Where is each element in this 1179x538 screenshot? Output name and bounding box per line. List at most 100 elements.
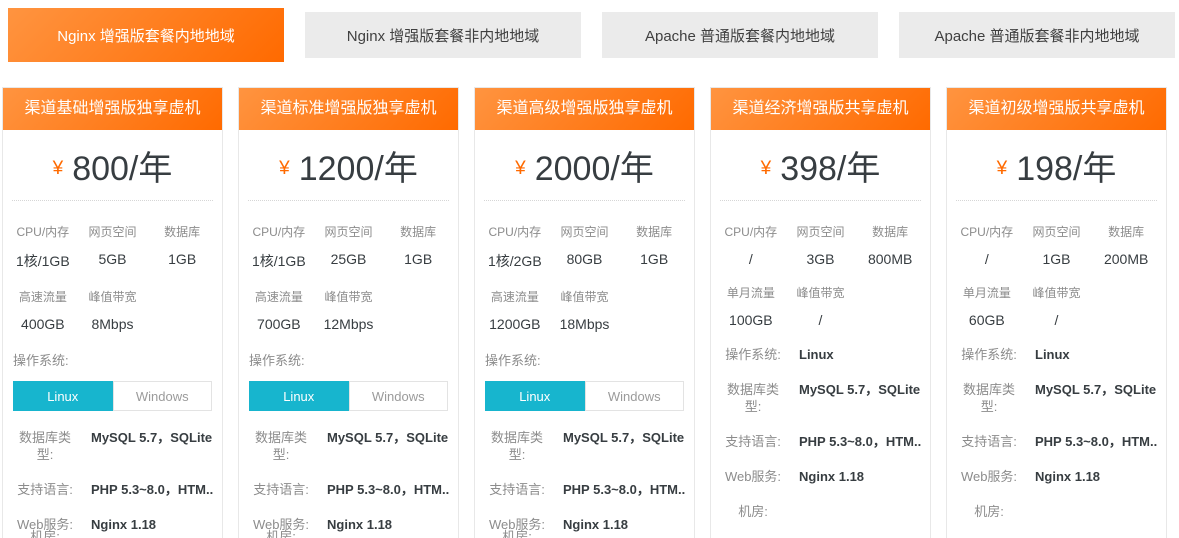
detail-web-server: Web服务: Nginx 1.18 [719,468,922,485]
spec-value: 1GB [619,251,689,267]
plan-card: 渠道基础增强版独享虚机 ¥ 800/年 CPU/内存 1核/1GB 网页空间 5… [2,87,223,538]
os-option-windows[interactable]: Windows [349,381,449,411]
spec-value: / [786,312,856,328]
currency-symbol: ¥ [515,150,526,180]
os-option-windows[interactable]: Windows [585,381,685,411]
spec-cpu: CPU/内存 1核/1GB [8,223,78,271]
detail-label: 数据库类型: [955,381,1023,415]
plan-title: 渠道经济增强版共享虚机 [711,88,930,130]
spec-value: 80GB [550,251,620,267]
tab-nginx-enhanced-mainland[interactable]: Nginx 增强版套餐内地地域 [8,8,284,62]
os-option-linux[interactable]: Linux [249,381,349,411]
detail-label: 数据库类型: [11,429,79,463]
detail-label: 支持语言: [483,481,551,498]
spec-value: / [952,251,1022,267]
tab-apache-basic-mainland[interactable]: Apache 普通版套餐内地地域 [602,12,878,58]
detail-rows: 数据库类型: MySQL 5.7，SQLite 支持语言: PHP 5.3~8.… [247,429,450,538]
os-label: 操作系统: [249,350,458,369]
spec-bandwidth: 峰值带宽 18Mbps [550,288,620,332]
spec-value: 400GB [8,316,78,332]
spec-label: 数据库 [855,223,925,240]
plan-card: 渠道初级增强版共享虚机 ¥ 198/年 CPU/内存 / 网页空间 1GB 数据… [946,87,1167,538]
detail-label: 机房: [955,503,1023,520]
detail-value: MySQL 5.7，SQLite [327,429,448,446]
spec-traffic: 单月流量 100GB [716,284,786,328]
spec-value: 25GB [314,251,384,267]
price-amount: 2000/年 [535,141,654,190]
detail-rows: 操作系统: Linux 数据库类型: MySQL 5.7，SQLite 支持语言… [955,346,1158,520]
spec-label: 峰值带宽 [1022,284,1092,301]
spec-label: 峰值带宽 [314,288,384,305]
spec-label: 数据库 [1091,223,1161,240]
detail-label: 机房: [483,528,551,538]
spec-grid: CPU/内存 1核/1GB 网页空间 5GB 数据库 1GB 高速流量 400G… [3,201,222,332]
detail-datacenter: 机房: [719,503,922,520]
spec-cpu: CPU/内存 1核/1GB [244,223,314,271]
plan-tabs: Nginx 增强版套餐内地地域 Nginx 增强版套餐非内地地域 Apache … [0,0,1179,62]
spec-label: 网页空间 [550,223,620,240]
detail-languages: 支持语言: PHP 5.3~8.0，HTM... [247,481,450,498]
os-option-linux[interactable]: Linux [13,381,113,411]
spec-database: 数据库 1GB [147,223,217,271]
spec-label: 单月流量 [952,284,1022,301]
tab-apache-basic-non-mainland[interactable]: Apache 普通版套餐非内地地域 [899,12,1175,58]
detail-value: Linux [1035,346,1070,363]
detail-value: PHP 5.3~8.0，HTM... [1035,433,1158,450]
spec-traffic: 高速流量 400GB [8,288,78,332]
spec-value: 1GB [1022,251,1092,267]
plan-card: 渠道高级增强版独享虚机 ¥ 2000/年 CPU/内存 1核/2GB 网页空间 … [474,87,695,538]
detail-label: 支持语言: [955,433,1023,450]
spec-value: 8Mbps [78,316,148,332]
detail-languages: 支持语言: PHP 5.3~8.0，HTM... [955,433,1158,450]
spec-label: 高速流量 [8,288,78,305]
os-option-windows[interactable]: Windows [113,381,213,411]
spec-label: 高速流量 [480,288,550,305]
spec-label: CPU/内存 [480,223,550,240]
tab-nginx-enhanced-non-mainland[interactable]: Nginx 增强版套餐非内地地域 [305,12,581,58]
detail-rows: 数据库类型: MySQL 5.7，SQLite 支持语言: PHP 5.3~8.… [483,429,686,538]
price-amount: 198/年 [1016,141,1116,190]
detail-label: 操作系统: [719,346,787,363]
spec-value: 3GB [786,251,856,267]
detail-web-server: Web服务: Nginx 1.18 [955,468,1158,485]
os-toggle: Linux Windows [13,381,212,411]
detail-label: 机房: [11,528,79,538]
detail-value: PHP 5.3~8.0，HTM... [327,481,450,498]
spec-bandwidth: 峰值带宽 / [786,284,856,328]
detail-label: 操作系统: [955,346,1023,363]
plan-title: 渠道初级增强版共享虚机 [947,88,1166,130]
plan-price: ¥ 2000/年 [484,130,685,201]
price-amount: 1200/年 [299,141,418,190]
spec-value: 200MB [1091,251,1161,267]
spec-value: 1核/2GB [480,251,550,271]
spec-database: 数据库 1GB [619,223,689,271]
currency-symbol: ¥ [761,150,772,180]
spec-grid: CPU/内存 / 网页空间 1GB 数据库 200MB 单月流量 60GB 峰值… [947,201,1166,328]
detail-value: MySQL 5.7，SQLite [799,381,920,398]
spec-webspace: 网页空间 3GB [786,223,856,267]
spec-label: 数据库 [383,223,453,240]
spec-label: 数据库 [147,223,217,240]
detail-value: Linux [799,346,834,363]
spec-bandwidth: 峰值带宽 / [1022,284,1092,328]
os-option-linux[interactable]: Linux [485,381,585,411]
spec-value: 1核/1GB [8,251,78,271]
spec-webspace: 网页空间 1GB [1022,223,1092,267]
spec-label: CPU/内存 [716,223,786,240]
currency-symbol: ¥ [53,150,64,180]
detail-value: MySQL 5.7，SQLite [91,429,212,446]
spec-value: 100GB [716,312,786,328]
spec-value: 60GB [952,312,1022,328]
os-toggle: Linux Windows [249,381,448,411]
spec-grid: CPU/内存 1核/1GB 网页空间 25GB 数据库 1GB 高速流量 700… [239,201,458,332]
spec-value: / [716,251,786,267]
detail-db-type: 数据库类型: MySQL 5.7，SQLite [11,429,214,463]
spec-value: 800MB [855,251,925,267]
detail-label: 支持语言: [719,433,787,450]
detail-languages: 支持语言: PHP 5.3~8.0，HTM... [719,433,922,450]
spec-bandwidth: 峰值带宽 8Mbps [78,288,148,332]
spec-label: 高速流量 [244,288,314,305]
spec-label: 网页空间 [1022,223,1092,240]
spec-label: 网页空间 [786,223,856,240]
detail-value: Nginx 1.18 [1035,468,1100,485]
